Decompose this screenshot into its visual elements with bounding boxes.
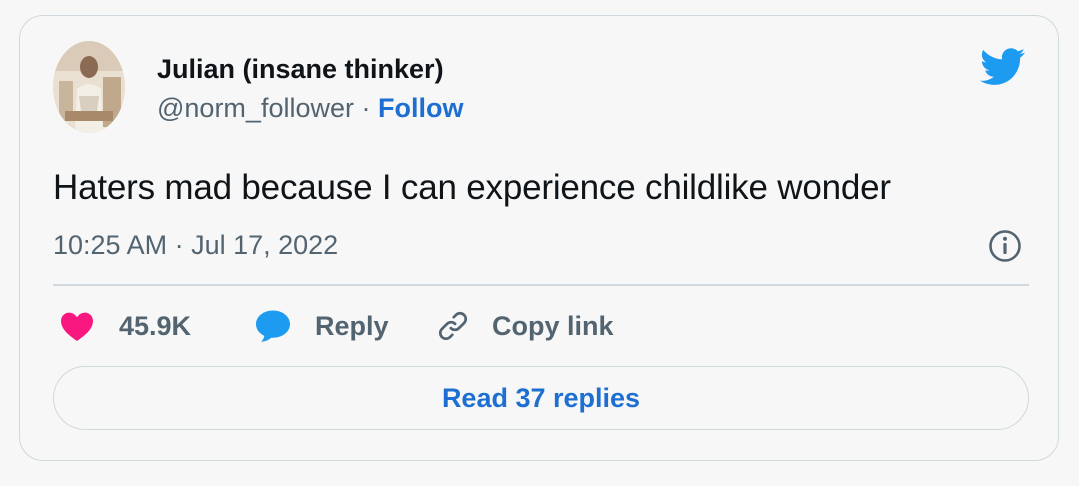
reply-button[interactable]: Reply — [254, 306, 389, 346]
handle-separator: · — [361, 93, 371, 123]
read-replies-label: Read 37 replies — [441, 382, 641, 413]
copy-link-label: Copy link — [492, 310, 614, 341]
speech-bubble-icon — [256, 310, 290, 342]
copy-link-button[interactable]: Copy link — [436, 306, 614, 346]
tweet-card: Julian (insane thinker) @norm_follower ·… — [19, 15, 1059, 461]
avatar[interactable] — [53, 41, 125, 133]
reply-label: Reply — [315, 310, 389, 341]
author-handle-line: @norm_follower · Follow — [157, 93, 464, 124]
twitter-bird-icon[interactable] — [980, 48, 1026, 86]
tweet-text: Haters mad because I can experience chil… — [53, 168, 891, 207]
link-icon — [439, 312, 467, 340]
info-icon[interactable] — [987, 228, 1023, 264]
author-name[interactable]: Julian (insane thinker) — [157, 54, 444, 85]
like-button[interactable]: 45.9K — [59, 306, 191, 346]
divider — [53, 284, 1029, 286]
avatar-photo — [53, 41, 125, 133]
heart-icon — [61, 312, 93, 341]
author-handle[interactable]: @norm_follower — [157, 93, 354, 123]
follow-link[interactable]: Follow — [378, 93, 463, 123]
read-replies-button[interactable]: Read 37 replies — [53, 366, 1029, 430]
tweet-timestamp[interactable]: 10:25 AM · Jul 17, 2022 — [53, 230, 338, 261]
like-count: 45.9K — [119, 310, 192, 341]
